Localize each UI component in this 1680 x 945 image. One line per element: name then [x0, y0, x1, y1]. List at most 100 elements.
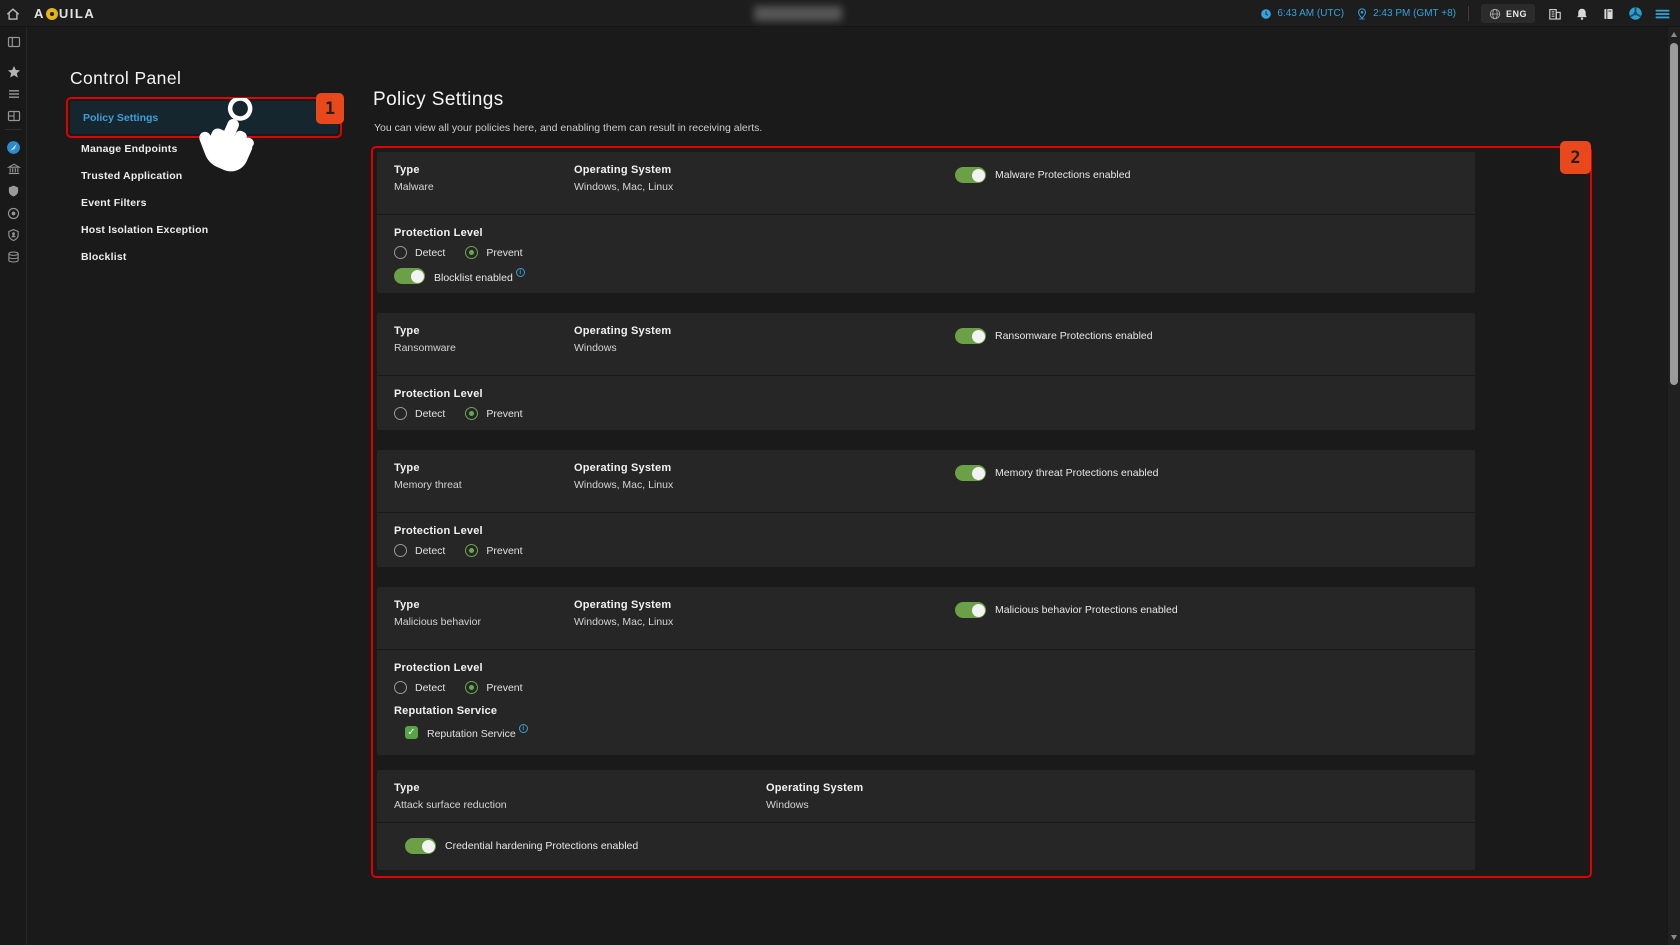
utc-time: 6:43 AM (UTC): [1260, 8, 1344, 20]
reputation-service-row: ✓ Reputation Servicei: [405, 724, 528, 740]
os-label: Operating System: [574, 599, 671, 611]
os-value: Windows: [574, 342, 617, 354]
os-label: Operating System: [574, 325, 671, 337]
organization-icon[interactable]: [1547, 6, 1562, 21]
shield-icon[interactable]: [0, 183, 27, 199]
scrollbar-up-arrow-icon[interactable]: [1671, 32, 1677, 37]
toggle-label: Memory threat Protections enabled: [995, 467, 1158, 479]
blocklist-toggle-row: Blocklist enabledi: [394, 268, 525, 284]
control-panel-title: Control Panel: [70, 68, 181, 89]
sidebar-item-event-filters[interactable]: Event Filters: [81, 197, 147, 209]
toggle-knob: [972, 330, 985, 343]
protection-level-label: Protection Level: [394, 525, 483, 537]
documentation-icon[interactable]: [1601, 6, 1616, 21]
page-subtitle: You can view all your policies here, and…: [374, 122, 762, 134]
dashboard-grid-icon[interactable]: [0, 108, 27, 124]
annotation-badge-2: 2: [1560, 141, 1591, 174]
toggle-knob: [411, 270, 424, 283]
notifications-bell-icon[interactable]: [1574, 6, 1589, 21]
toggle-label: Credential hardening Protections enabled: [445, 840, 638, 852]
shield-user-icon[interactable]: [0, 227, 27, 243]
sidebar-item-blocklist[interactable]: Blocklist: [81, 251, 127, 263]
sidebar-item-host-isolation-exception[interactable]: Host Isolation Exception: [81, 224, 208, 236]
scrollbar-down-arrow-icon[interactable]: [1671, 935, 1677, 940]
toggle-knob: [972, 467, 985, 480]
prevent-radio[interactable]: [465, 681, 478, 694]
bank-icon[interactable]: [0, 161, 27, 177]
local-time: 2:43 PM (GMT +8): [1356, 7, 1456, 20]
detect-radio[interactable]: [394, 407, 407, 420]
sidebar-item-policy-settings[interactable]: Policy Settings: [70, 101, 338, 134]
malicious-behavior-protection-toggle[interactable]: [955, 602, 986, 618]
type-label: Type: [394, 325, 420, 337]
language-selector[interactable]: ENG: [1481, 4, 1535, 23]
menu-list-icon[interactable]: [0, 86, 27, 102]
protection-toggle-row: Ransomware Protections enabled: [955, 328, 1153, 344]
sidebar-item-manage-endpoints[interactable]: Manage Endpoints: [81, 143, 178, 155]
annotation-badge-1: 1: [316, 93, 344, 124]
rail-divider: [5, 129, 22, 130]
type-value: Malicious behavior: [394, 616, 481, 628]
policy-card-attack-surface-reduction: Type Attack surface reduction Operating …: [377, 770, 1475, 870]
reputation-service-checkbox[interactable]: ✓: [405, 726, 418, 739]
toggle-knob: [422, 840, 435, 853]
detect-radio[interactable]: [394, 681, 407, 694]
policy-card-malicious-behavior: Type Malicious behavior Operating System…: [377, 587, 1475, 755]
database-icon[interactable]: [0, 249, 27, 265]
record-icon[interactable]: [0, 205, 27, 221]
os-value: Windows, Mac, Linux: [574, 479, 673, 491]
scrollbar-thumb[interactable]: [1670, 43, 1678, 385]
logo-q-icon: [46, 8, 58, 20]
type-label: Type: [394, 164, 420, 176]
toggle-label: Malicious behavior Protections enabled: [995, 604, 1178, 616]
protection-level-radios: Detect Prevent: [394, 544, 543, 557]
support-globe-icon[interactable]: [1628, 6, 1643, 21]
os-value: Windows, Mac, Linux: [574, 616, 673, 628]
os-label: Operating System: [766, 782, 863, 794]
ransomware-protection-toggle[interactable]: [955, 328, 986, 344]
detect-radio[interactable]: [394, 544, 407, 557]
vertical-scrollbar[interactable]: [1667, 27, 1680, 945]
malware-protection-toggle[interactable]: [955, 167, 986, 183]
policy-card-ransomware: Type Ransomware Operating System Windows…: [377, 313, 1475, 430]
compass-icon[interactable]: [0, 139, 27, 155]
prevent-radio[interactable]: [465, 407, 478, 420]
home-icon[interactable]: [5, 6, 21, 22]
toggle-label: Ransomware Protections enabled: [995, 330, 1153, 342]
favorites-star-icon[interactable]: [0, 64, 27, 80]
type-value: Memory threat: [394, 479, 462, 491]
type-value: Malware: [394, 181, 434, 193]
type-label: Type: [394, 462, 420, 474]
protection-level-label: Protection Level: [394, 227, 483, 239]
os-value: Windows, Mac, Linux: [574, 181, 673, 193]
reputation-service-label: Reputation Service: [394, 705, 497, 717]
icon-rail: [0, 27, 27, 945]
top-bar: AUILA 6:43 AM (UTC) 2:43 PM (GMT +8) ENG: [0, 0, 1680, 27]
toggle-knob: [972, 604, 985, 617]
protection-level-label: Protection Level: [394, 388, 483, 400]
protection-toggle-row: Malware Protections enabled: [955, 167, 1130, 183]
protection-toggle-row: Malicious behavior Protections enabled: [955, 602, 1178, 618]
card-divider: [377, 214, 1475, 215]
detect-radio[interactable]: [394, 246, 407, 259]
blocklist-toggle[interactable]: [394, 268, 425, 284]
prevent-radio[interactable]: [465, 246, 478, 259]
protection-level-radios: Detect Prevent: [394, 407, 543, 420]
apps-menu-icon[interactable]: [1655, 6, 1670, 21]
sidebar-item-trusted-application[interactable]: Trusted Application: [81, 170, 182, 182]
memory-threat-protection-toggle[interactable]: [955, 465, 986, 481]
card-divider: [377, 375, 1475, 376]
aquila-logo[interactable]: AUILA: [34, 6, 95, 21]
credential-hardening-toggle[interactable]: [405, 838, 436, 854]
policy-card-memory-threat: Type Memory threat Operating System Wind…: [377, 450, 1475, 567]
topbar-divider: [1468, 6, 1469, 21]
logo-text-suffix: UILA: [59, 6, 95, 21]
globe-icon: [1489, 8, 1501, 20]
info-icon[interactable]: i: [516, 268, 525, 277]
panel-toggle-icon[interactable]: [0, 34, 27, 50]
protection-level-radios: Detect Prevent: [394, 246, 543, 259]
info-icon[interactable]: i: [519, 724, 528, 733]
protection-toggle-row: Memory threat Protections enabled: [955, 465, 1158, 481]
prevent-radio[interactable]: [465, 544, 478, 557]
toggle-knob: [972, 169, 985, 182]
